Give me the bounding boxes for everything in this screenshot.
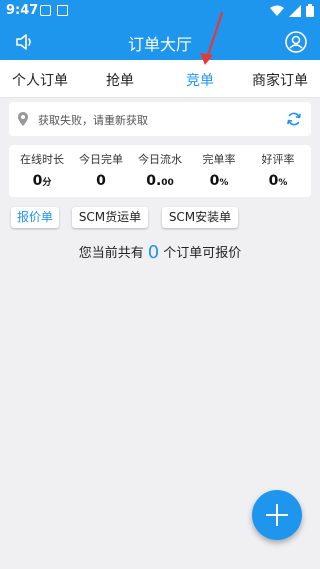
order-count-message: 您当前共有 0 个订单可报价	[0, 242, 320, 263]
stat-value: 0分	[32, 173, 52, 189]
app-notification-icon	[57, 5, 68, 16]
order-tabs: 个人订单 抢单 竞单 商家订单	[0, 60, 320, 98]
add-button[interactable]	[252, 490, 302, 540]
stat-online-time: 在线时长 0分	[12, 151, 72, 189]
status-bar: 9:47	[0, 0, 320, 24]
signal-icon	[289, 4, 301, 17]
stat-value: 0%	[268, 173, 288, 189]
notification-icons	[40, 5, 68, 16]
user-icon[interactable]	[284, 30, 308, 54]
image-notification-icon	[40, 5, 51, 16]
tab-personal-orders[interactable]: 个人订单	[0, 70, 80, 90]
filter-scm-install[interactable]: SCM安装单	[162, 207, 238, 228]
tab-grab-orders[interactable]: 抢单	[80, 70, 160, 90]
location-bar: 获取失败，请重新获取	[9, 102, 311, 136]
stat-label: 在线时长	[20, 153, 64, 166]
annotation-arrow-icon	[200, 12, 224, 65]
filter-scm-freight[interactable]: SCM货运单	[72, 207, 148, 228]
order-count-number: 0	[147, 242, 160, 263]
stat-completion-rate: 完单率 0%	[189, 151, 249, 189]
stat-label: 今日完单	[79, 153, 123, 166]
location-pin-icon	[18, 112, 28, 126]
stat-label: 好评率	[261, 153, 295, 166]
stat-rating-rate: 好评率 0%	[248, 151, 308, 189]
wifi-icon	[270, 5, 284, 16]
stat-label: 完单率	[202, 153, 236, 166]
stat-value: 0%	[209, 173, 229, 189]
filter-quotation[interactable]: 报价单	[11, 207, 59, 228]
order-count-suffix: 个订单可报价	[163, 246, 242, 261]
stat-today-completed: 今日完单 0	[71, 151, 131, 189]
stat-value: 0.00	[146, 173, 174, 189]
location-status-text: 获取失败，请重新获取	[38, 114, 148, 127]
stat-label: 今日流水	[138, 153, 182, 166]
battery-icon	[306, 4, 314, 17]
app-bar: 订单大厅	[0, 24, 320, 60]
tab-merchant-orders[interactable]: 商家订单	[240, 70, 320, 90]
refresh-icon[interactable]	[286, 111, 302, 127]
stats-panel: 在线时长 0分 今日完单 0 今日流水 0.00 完单率 0% 好评率 0%	[9, 145, 311, 197]
status-time: 9:47	[6, 3, 39, 18]
order-count-prefix: 您当前共有	[78, 246, 144, 261]
tab-bid-orders[interactable]: 竞单	[160, 70, 240, 90]
page-title: 订单大厅	[127, 35, 192, 54]
stat-value: 0	[96, 173, 106, 189]
stat-today-revenue: 今日流水 0.00	[130, 151, 190, 189]
system-icons	[270, 4, 314, 17]
